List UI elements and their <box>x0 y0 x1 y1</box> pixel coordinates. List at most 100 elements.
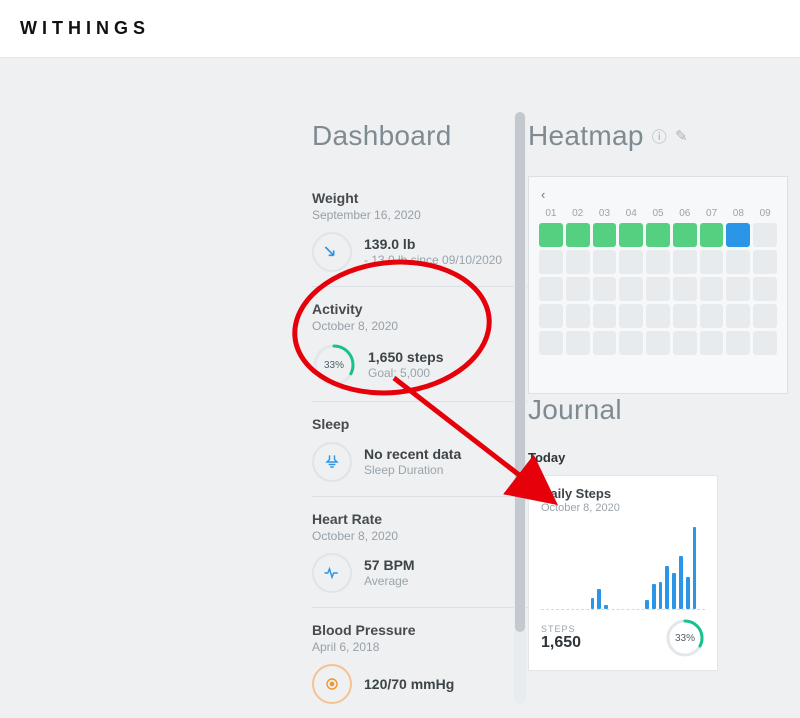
heatmap-cell[interactable] <box>646 223 670 247</box>
scrollbar-thumb[interactable] <box>515 112 525 632</box>
heatmap-day-label: 01 <box>539 208 563 219</box>
heatmap-cell[interactable] <box>619 277 643 301</box>
dashboard-heading: Dashboard <box>312 120 528 152</box>
heatmap-cell[interactable] <box>700 223 724 247</box>
heatmap-cell[interactable] <box>593 304 617 328</box>
heatmap-cell[interactable] <box>753 277 777 301</box>
heatmap-cell[interactable] <box>673 304 697 328</box>
heatmap-cell[interactable] <box>673 331 697 355</box>
heatmap-cell[interactable] <box>593 277 617 301</box>
heatmap-cell[interactable] <box>646 331 670 355</box>
bp-value: 120/70 mmHg <box>364 676 454 692</box>
heatmap-prev-button[interactable]: ‹ <box>535 187 781 208</box>
help-icon[interactable]: ⓘ <box>652 126 667 147</box>
heatmap-cell[interactable] <box>566 304 590 328</box>
bp-icon <box>312 664 352 704</box>
sleep-title: Sleep <box>312 416 528 432</box>
heatmap-cell[interactable] <box>646 277 670 301</box>
heatmap-cell[interactable] <box>566 331 590 355</box>
edit-icon[interactable]: ✎ <box>675 127 688 145</box>
heatmap-cell[interactable] <box>673 223 697 247</box>
heatmap-day-label: 09 <box>753 208 777 219</box>
activity-goal: Goal: 5,000 <box>368 366 444 382</box>
sleep-sub: Sleep Duration <box>364 463 461 479</box>
heart-widget[interactable]: Heart Rate October 8, 2020 57 BPM Averag… <box>312 497 528 608</box>
bp-date: April 6, 2018 <box>312 640 528 654</box>
heatmap-cell[interactable] <box>566 223 590 247</box>
heatmap-row <box>539 223 777 247</box>
heatmap-cell[interactable] <box>673 277 697 301</box>
journal-card-title: Daily Steps <box>541 486 705 501</box>
weight-date: September 16, 2020 <box>312 208 528 222</box>
heatmap-cell[interactable] <box>566 277 590 301</box>
weight-widget[interactable]: Weight September 16, 2020 139.0 lb - 13.… <box>312 176 528 287</box>
heatmap-heading-text: Heatmap <box>528 120 644 152</box>
chart-bar <box>679 556 683 609</box>
heatmap-cell[interactable] <box>726 331 750 355</box>
bp-widget[interactable]: Blood Pressure April 6, 2018 120/70 mmHg <box>312 608 528 718</box>
heart-icon <box>312 553 352 593</box>
weight-delta: - 13.0 lb since 09/10/2020 <box>364 253 502 269</box>
content: Dashboard Weight September 16, 2020 139.… <box>0 58 800 704</box>
heatmap-day-label: 02 <box>566 208 590 219</box>
heatmap-cell[interactable] <box>566 250 590 274</box>
weight-trend-icon <box>312 232 352 272</box>
heatmap-cell[interactable] <box>726 250 750 274</box>
chart-bar <box>591 598 595 609</box>
journal-card-daily-steps[interactable]: Daily Steps October 8, 2020 STEPS 1,650 … <box>528 475 718 671</box>
heatmap-cell[interactable] <box>726 304 750 328</box>
heatmap-cell[interactable] <box>700 250 724 274</box>
heatmap-cell[interactable] <box>753 223 777 247</box>
heatmap-cell[interactable] <box>539 304 563 328</box>
heatmap-day-label: 08 <box>726 208 750 219</box>
journal-card-date: October 8, 2020 <box>541 502 705 514</box>
heatmap-cell[interactable] <box>619 250 643 274</box>
heatmap-cell[interactable] <box>619 304 643 328</box>
heatmap-cell[interactable] <box>619 223 643 247</box>
journal-percent: 33% <box>665 618 705 658</box>
heatmap-day-label: 06 <box>673 208 697 219</box>
chart-bar <box>597 589 601 609</box>
chart-bar <box>665 566 669 609</box>
heatmap-row <box>539 304 777 328</box>
heart-value: 57 BPM <box>364 557 415 573</box>
chart-bar <box>652 584 656 609</box>
sleep-value: No recent data <box>364 446 461 462</box>
heatmap-cell[interactable] <box>700 277 724 301</box>
heatmap-cell[interactable] <box>700 304 724 328</box>
heatmap-cell[interactable] <box>593 331 617 355</box>
chart-bar <box>645 600 649 609</box>
heatmap-row <box>539 250 777 274</box>
heatmap-cell[interactable] <box>673 250 697 274</box>
heatmap-cell[interactable] <box>619 331 643 355</box>
heatmap-day-label: 05 <box>646 208 670 219</box>
chart-bar <box>659 582 663 609</box>
heatmap-cell[interactable] <box>593 223 617 247</box>
heatmap-cell[interactable] <box>646 250 670 274</box>
activity-date: October 8, 2020 <box>312 319 528 333</box>
heatmap-cell[interactable] <box>753 304 777 328</box>
activity-progress-ring: 33% <box>312 343 356 387</box>
heatmap-cell[interactable] <box>539 277 563 301</box>
heatmap-row <box>539 331 777 355</box>
activity-widget[interactable]: Activity October 8, 2020 33% 1,650 steps… <box>312 287 528 402</box>
heatmap-cell[interactable] <box>539 331 563 355</box>
weight-value: 139.0 lb <box>364 236 502 252</box>
heatmap-cell[interactable] <box>726 223 750 247</box>
heatmap-cell[interactable] <box>646 304 670 328</box>
chart-bar <box>686 577 690 609</box>
sleep-widget[interactable]: Sleep No recent data Sleep Duration <box>312 402 528 497</box>
heatmap-cell[interactable] <box>700 331 724 355</box>
heatmap-cell[interactable] <box>726 277 750 301</box>
heatmap-cell[interactable] <box>753 250 777 274</box>
heatmap-cell[interactable] <box>593 250 617 274</box>
chart-bar <box>604 605 608 609</box>
heatmap-grid[interactable] <box>535 223 781 355</box>
heatmap-cell[interactable] <box>539 223 563 247</box>
heatmap-cell[interactable] <box>539 250 563 274</box>
weight-title: Weight <box>312 190 528 206</box>
right-panel: Heatmap ⓘ ✎ ‹ 010203040506070809 Journal… <box>528 58 800 704</box>
journal-steps-label: STEPS <box>541 624 581 634</box>
heatmap-cell[interactable] <box>753 331 777 355</box>
scrollbar-rail[interactable] <box>514 112 526 704</box>
